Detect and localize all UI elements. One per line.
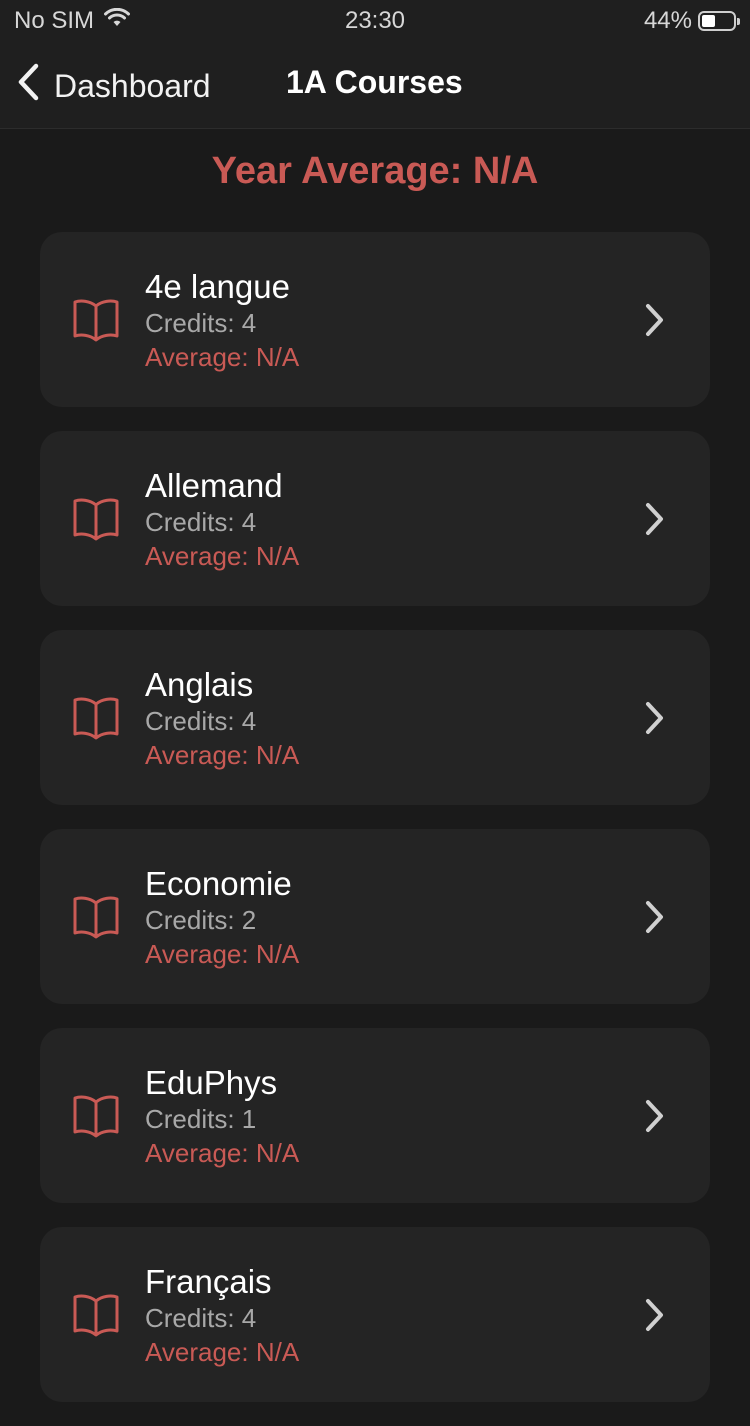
course-credits: Credits: 4 <box>145 1303 257 1333</box>
course-card-economie[interactable]: Economie Credits: 2 Average: N/A <box>40 829 710 1004</box>
chevron-left-icon <box>16 62 40 110</box>
course-credits: Credits: 4 <box>145 706 257 736</box>
battery-percent: 44% <box>643 7 692 34</box>
status-bar: No SIM 23:30 44% <box>0 0 750 40</box>
course-name: Economie <box>145 865 292 902</box>
course-name: Allemand <box>145 467 283 504</box>
battery-area: 44% <box>643 7 740 35</box>
chevron-right-icon <box>642 1297 666 1338</box>
battery-icon <box>698 11 740 31</box>
course-card-anglais[interactable]: Anglais Credits: 4 Average: N/A <box>40 630 710 805</box>
course-credits: Credits: 4 <box>145 507 257 537</box>
book-icon <box>72 1094 120 1143</box>
navigation-bar: Dashboard 1A Courses <box>0 40 750 129</box>
course-credits: Credits: 1 <box>145 1104 257 1134</box>
status-time: 23:30 <box>344 7 406 34</box>
course-credits: Credits: 2 <box>145 905 257 935</box>
back-label: Dashboard <box>54 67 211 104</box>
course-name: EduPhys <box>145 1064 278 1101</box>
course-average: Average: N/A <box>145 740 300 770</box>
book-icon <box>72 497 120 546</box>
course-credits: Credits: 4 <box>145 308 257 338</box>
course-name: Français <box>145 1263 272 1300</box>
course-card-francais[interactable]: Français Credits: 4 Average: N/A <box>40 1227 710 1402</box>
course-average: Average: N/A <box>145 342 300 372</box>
book-icon <box>72 298 120 347</box>
chevron-right-icon <box>642 302 666 343</box>
course-average: Average: N/A <box>145 1337 300 1367</box>
course-average: Average: N/A <box>145 939 300 969</box>
chevron-right-icon <box>642 1098 666 1139</box>
page-title: 1A Courses <box>286 64 463 100</box>
course-list: 4e langue Credits: 4 Average: N/A Allema… <box>40 232 710 1426</box>
course-name: Anglais <box>145 666 254 703</box>
book-icon <box>72 1293 120 1342</box>
book-icon <box>72 696 120 745</box>
chevron-right-icon <box>642 501 666 542</box>
back-button[interactable]: Dashboard <box>16 62 211 110</box>
course-card-4e-langue[interactable]: 4e langue Credits: 4 Average: N/A <box>40 232 710 407</box>
year-average: Year Average: N/A <box>211 150 539 192</box>
course-card-eduphys[interactable]: EduPhys Credits: 1 Average: N/A <box>40 1028 710 1203</box>
course-average: Average: N/A <box>145 1138 300 1168</box>
chevron-right-icon <box>642 899 666 940</box>
chevron-right-icon <box>642 700 666 741</box>
course-name: 4e langue <box>145 268 290 305</box>
course-card-allemand[interactable]: Allemand Credits: 4 Average: N/A <box>40 431 710 606</box>
book-icon <box>72 895 120 944</box>
battery-level <box>702 15 715 27</box>
course-average: Average: N/A <box>145 541 300 571</box>
